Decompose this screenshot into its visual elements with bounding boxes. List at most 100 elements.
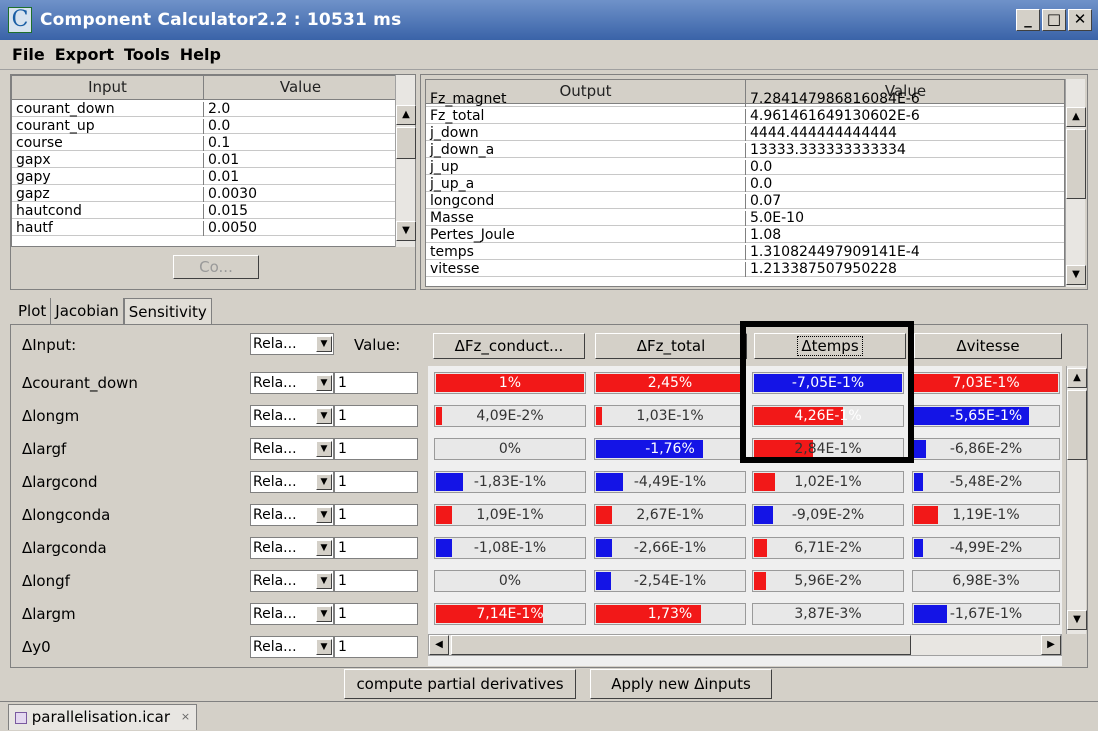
input-scrollbar[interactable]: ▲ ▼: [395, 75, 416, 247]
output-value-cell[interactable]: 0.0: [746, 160, 1064, 175]
sensitivity-cell[interactable]: 4,09E-2%: [434, 405, 586, 427]
table-row[interactable]: hautf 0.0050: [12, 221, 396, 236]
mode-select[interactable]: Rela... ▼: [250, 537, 334, 559]
sensitivity-cell[interactable]: 3,87E-3%: [752, 603, 904, 625]
sensitivity-cell[interactable]: 7,03E-1%: [912, 372, 1060, 394]
sensitivity-cell[interactable]: -6,86E-2%: [912, 438, 1060, 460]
mode-select[interactable]: Rela... ▼: [250, 636, 334, 658]
sensitivity-cell[interactable]: -1,76%: [594, 438, 746, 460]
sensitivity-cell[interactable]: -5,48E-2%: [912, 471, 1060, 493]
delta-value-field[interactable]: 1: [334, 504, 418, 526]
table-row[interactable]: j_down_a 13333.333333333334: [426, 143, 1064, 158]
input-value-cell[interactable]: 0.01: [204, 170, 396, 185]
apply-new-inputs-button[interactable]: Apply new Δinputs: [590, 669, 772, 699]
sensitivity-cell[interactable]: 7,14E-1%: [434, 603, 586, 625]
sensitivity-cell[interactable]: -1,67E-1%: [912, 603, 1060, 625]
table-row[interactable]: gapy 0.01: [12, 170, 396, 185]
input-name-cell[interactable]: course: [12, 136, 204, 151]
output-value-cell[interactable]: 13333.333333333334: [746, 143, 1064, 158]
table-row[interactable]: gapz 0.0030: [12, 187, 396, 202]
output-name-cell[interactable]: Fz_magnet: [426, 92, 746, 107]
tab-sensitivity[interactable]: Sensitivity: [123, 298, 212, 324]
mode-select[interactable]: Rela... ▼: [250, 471, 334, 493]
table-row[interactable]: Fz_magnet 7.284147986816084E-6: [426, 92, 1064, 107]
chevron-down-icon[interactable]: ▼: [316, 540, 332, 556]
delta-value-field[interactable]: 1: [334, 372, 418, 394]
grid-vertical-scrollbar[interactable]: ▲ ▼: [1066, 366, 1087, 634]
scroll-thumb[interactable]: [451, 635, 911, 655]
chevron-down-icon[interactable]: ▼: [316, 639, 332, 655]
menu-export[interactable]: Export: [55, 45, 114, 64]
input-name-cell[interactable]: courant_down: [12, 102, 204, 117]
output-name-cell[interactable]: Masse: [426, 211, 746, 226]
input-table[interactable]: Input Value courant_down 2.0 courant_up 0.0…: [11, 75, 397, 247]
input-value-cell[interactable]: 0.0030: [204, 187, 396, 202]
column-header-fz-total[interactable]: ΔFz_total: [595, 333, 747, 359]
table-row[interactable]: Masse 5.0E-10: [426, 211, 1064, 226]
delta-value-field[interactable]: 1: [334, 471, 418, 493]
input-value-cell[interactable]: 0.0050: [204, 221, 396, 236]
output-name-cell[interactable]: longcond: [426, 194, 746, 209]
sensitivity-cell[interactable]: -1,08E-1%: [434, 537, 586, 559]
output-name-cell[interactable]: j_up_a: [426, 177, 746, 192]
compute-partial-derivatives-button[interactable]: compute partial derivatives: [344, 669, 576, 699]
scroll-up-icon[interactable]: ▲: [396, 105, 416, 125]
scroll-down-icon[interactable]: ▼: [396, 221, 416, 241]
chevron-down-icon[interactable]: ▼: [316, 573, 332, 589]
output-name-cell[interactable]: Fz_total: [426, 109, 746, 124]
sensitivity-cell[interactable]: -1,83E-1%: [434, 471, 586, 493]
output-name-cell[interactable]: j_down: [426, 126, 746, 141]
delta-value-field[interactable]: 1: [334, 438, 418, 460]
header-mode-select[interactable]: Rela... ▼: [250, 333, 334, 355]
sensitivity-cell[interactable]: 1%: [434, 372, 586, 394]
scroll-down-icon[interactable]: ▼: [1066, 265, 1086, 285]
scroll-thumb[interactable]: [1066, 129, 1086, 199]
output-value-cell[interactable]: 1.213387507950228: [746, 262, 1064, 277]
output-name-cell[interactable]: j_up: [426, 160, 746, 175]
output-value-cell[interactable]: 1.08: [746, 228, 1064, 243]
output-value-cell[interactable]: 5.0E-10: [746, 211, 1064, 226]
value-header[interactable]: Value: [204, 76, 396, 100]
input-name-cell[interactable]: courant_up: [12, 119, 204, 134]
table-row[interactable]: Pertes_Joule 1.08: [426, 228, 1064, 243]
co-button[interactable]: Co...: [173, 255, 259, 279]
output-value-cell[interactable]: 0.07: [746, 194, 1064, 209]
horizontal-scrollbar[interactable]: ◀ ▶: [428, 634, 1062, 656]
table-row[interactable]: gapx 0.01: [12, 153, 396, 168]
sensitivity-cell[interactable]: 0%: [434, 438, 586, 460]
column-header-fz-conduct[interactable]: ΔFz_conduct...: [433, 333, 585, 359]
menu-file[interactable]: File: [12, 45, 45, 64]
table-row[interactable]: j_up_a 0.0: [426, 177, 1064, 192]
scroll-thumb[interactable]: [1067, 390, 1087, 460]
chevron-down-icon[interactable]: ▼: [316, 375, 332, 391]
output-name-cell[interactable]: temps: [426, 245, 746, 260]
tab-plot[interactable]: Plot: [14, 298, 52, 324]
mode-select[interactable]: Rela... ▼: [250, 603, 334, 625]
file-tab[interactable]: parallelisation.icar ×: [8, 704, 198, 730]
delta-value-field[interactable]: 1: [334, 603, 418, 625]
scroll-left-icon[interactable]: ◀: [429, 635, 449, 655]
sensitivity-cell[interactable]: 1,19E-1%: [912, 504, 1060, 526]
sensitivity-cell[interactable]: 1,02E-1%: [752, 471, 904, 493]
minimize-button[interactable]: _: [1016, 9, 1040, 31]
chevron-down-icon[interactable]: ▼: [316, 336, 332, 352]
scroll-up-icon[interactable]: ▲: [1066, 107, 1086, 127]
sensitivity-cell[interactable]: 2,45%: [594, 372, 746, 394]
scroll-right-icon[interactable]: ▶: [1041, 635, 1061, 655]
input-name-cell[interactable]: gapy: [12, 170, 204, 185]
sensitivity-cell[interactable]: -9,09E-2%: [752, 504, 904, 526]
sensitivity-cell[interactable]: 1,03E-1%: [594, 405, 746, 427]
output-scrollbar[interactable]: ▲ ▼: [1065, 79, 1086, 287]
input-header[interactable]: Input: [12, 76, 204, 100]
sensitivity-cell[interactable]: 6,71E-2%: [752, 537, 904, 559]
table-row[interactable]: temps 1.310824497909141E-4: [426, 245, 1064, 260]
chevron-down-icon[interactable]: ▼: [316, 606, 332, 622]
output-name-cell[interactable]: vitesse: [426, 262, 746, 277]
output-value-cell[interactable]: 1.310824497909141E-4: [746, 245, 1064, 260]
output-table[interactable]: Output Value Fz_magnet 7.284147986816084E…: [425, 79, 1065, 287]
table-row[interactable]: courant_down 2.0: [12, 102, 396, 117]
chevron-down-icon[interactable]: ▼: [316, 408, 332, 424]
close-tab-icon[interactable]: ×: [181, 710, 190, 723]
output-name-cell[interactable]: Pertes_Joule: [426, 228, 746, 243]
chevron-down-icon[interactable]: ▼: [316, 441, 332, 457]
